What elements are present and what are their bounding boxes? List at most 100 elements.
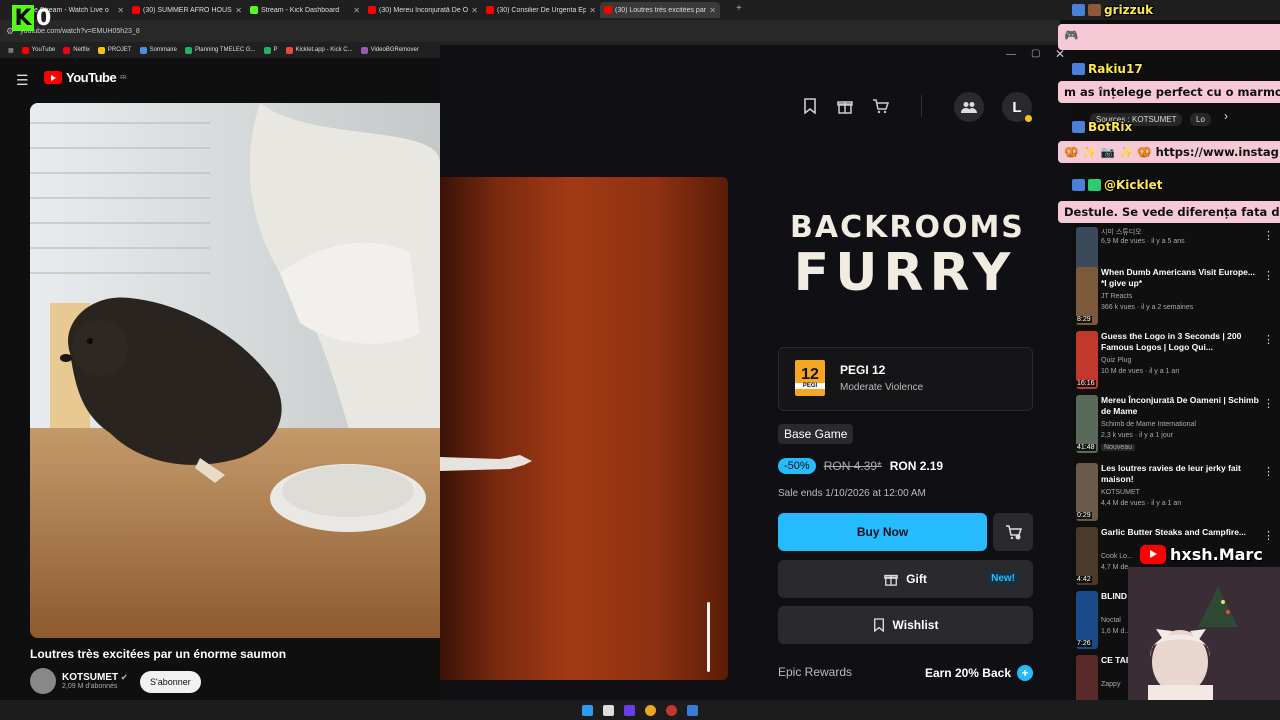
more-options-icon[interactable]: ⋮	[1263, 465, 1274, 478]
bookmark-item[interactable]: P	[263, 46, 278, 54]
bookmark-favicon-icon	[285, 46, 293, 54]
recommendation-channel[interactable]: Schimb de Mame International	[1101, 421, 1196, 428]
verified-icon: ✔	[120, 673, 128, 682]
recommendation-item[interactable]: 16:16 Guess the Logo in 3 Seconds | 200 F…	[1076, 331, 1276, 391]
bookmark-favicon-icon	[97, 46, 105, 54]
recommendation-title[interactable]: Guess the Logo in 3 Seconds | 200 Famous…	[1101, 331, 1261, 353]
wishlist-button[interactable]: Wishlist	[778, 606, 1033, 644]
tab-4[interactable]: (30) Mereu Înconjurată De Oa ✕	[364, 2, 482, 18]
bookmark-item[interactable]: VideoBGRemover	[360, 46, 419, 54]
buy-now-button[interactable]: Buy Now	[778, 513, 987, 551]
bookmark-favicon-icon	[63, 46, 71, 54]
kick-counter: K 0	[12, 5, 51, 31]
tab-close-icon[interactable]: ✕	[589, 6, 596, 15]
recommendation-title[interactable]: Garlic Butter Steaks and Campfire...	[1101, 527, 1261, 538]
channel-avatar[interactable]	[30, 668, 56, 694]
pegi-badge-label: PEGI	[795, 383, 825, 389]
tab-6[interactable]: (30) Loutres très excitées par u ✕	[600, 2, 720, 18]
recommendation-channel[interactable]: JT Reacts	[1101, 293, 1132, 300]
tab-3[interactable]: Stream - Kick Dashboard ✕	[246, 2, 364, 18]
gift-icon[interactable]	[837, 98, 853, 119]
bookmark-icon[interactable]	[803, 98, 817, 119]
bookmark-favicon-icon	[263, 46, 271, 54]
bookmark-item[interactable]: Kicklet.app - Kick C...	[285, 46, 353, 54]
cart-icon[interactable]	[872, 98, 890, 119]
app-icon[interactable]	[666, 704, 677, 716]
video-thumbnail[interactable]: 8:29	[1076, 267, 1098, 325]
add-to-cart-button[interactable]	[993, 513, 1033, 551]
bookmark-item[interactable]: Sommaire	[139, 46, 177, 54]
bookmark-item[interactable]: PROJET	[97, 46, 132, 54]
more-options-icon[interactable]: ⋮	[1263, 397, 1274, 410]
recommendation-channel[interactable]: Cook Lo...	[1101, 553, 1133, 560]
recommendation-title[interactable]: When Dumb Americans Visit Europe... *I g…	[1101, 267, 1261, 289]
tab-5[interactable]: (30) Consilier De Urgenta Episc ✕	[482, 2, 600, 18]
recommendation-title[interactable]: Les loutres ravies de leur jerky fait ma…	[1101, 463, 1261, 485]
subscribe-button[interactable]: S'abonner	[140, 671, 201, 693]
chrome-icon[interactable]	[645, 704, 656, 716]
wishlist-icon	[873, 618, 884, 632]
more-options-icon[interactable]: ⋮	[1263, 333, 1274, 346]
youtube-logo-text: YouTube	[66, 70, 117, 85]
recommendation-item[interactable]: 41:48 Mereu Înconjurată De Oameni | Schim…	[1076, 395, 1276, 455]
address-bar[interactable]: ⚙ youtube.com/watch?v=EMUH05h23_8	[0, 20, 1060, 42]
pegi-badge-number: 12	[801, 366, 819, 383]
rewards-label: Epic Rewards	[778, 665, 853, 679]
youtube-logo[interactable]: YouTube FR	[44, 70, 126, 85]
gallery-scroll-indicator[interactable]	[707, 602, 710, 672]
bookmark-item[interactable]: Netflix	[63, 46, 90, 54]
social-handle: hxsh.Marc	[1170, 545, 1263, 564]
recommendation-channel[interactable]: Quiz Plug	[1101, 357, 1131, 364]
recommendation-title[interactable]: Mereu Înconjurată De Oameni | Schimb de …	[1101, 395, 1261, 417]
tab-close-icon[interactable]: ✕	[235, 6, 242, 15]
youtube-icon	[1140, 545, 1166, 564]
video-title: Loutres très excitées par un énorme saum…	[30, 647, 287, 661]
video-thumbnail[interactable]: 41:48	[1076, 395, 1098, 453]
plus-icon[interactable]: +	[1017, 665, 1033, 681]
recommendation-channel[interactable]: KOTSUMET	[1101, 489, 1140, 496]
tab-close-icon[interactable]: ✕	[709, 6, 716, 15]
video-thumbnail[interactable]: 7:26	[1076, 591, 1098, 649]
recommendation-item[interactable]: 8:29 When Dumb Americans Visit Europe... …	[1076, 267, 1276, 327]
recommendation-item[interactable]: 0:29 Les loutres ravies de leur jerky fai…	[1076, 463, 1276, 523]
pegi-badge: 12 PEGI	[795, 360, 825, 396]
more-options-icon[interactable]: ⋮	[1263, 269, 1274, 282]
game-screenshot[interactable]	[440, 177, 728, 680]
bookmark-label: PROJET	[107, 47, 132, 53]
video-thumbnail[interactable]: 0:29	[1076, 463, 1098, 521]
chat-message-3: 🥨 ✨ 📷 ✨ 🥨 https://www.instag	[1058, 141, 1280, 163]
file-explorer-icon[interactable]	[603, 704, 614, 716]
tab-2[interactable]: (30) SUMMER AFRO HOUSE Su✕	[128, 2, 246, 18]
friends-icon[interactable]	[954, 92, 984, 122]
channel-info[interactable]: KOTSUMET ✔ 2,09 M d'abonnés	[30, 668, 128, 694]
video-thumbnail[interactable]: 4:42	[1076, 527, 1098, 585]
tab-close-icon[interactable]: ✕	[117, 6, 124, 15]
more-options-icon[interactable]: ⋮	[1263, 229, 1274, 242]
gift-button[interactable]: Gift New!	[778, 560, 1033, 598]
minimize-icon[interactable]: —	[1006, 49, 1016, 60]
bookmark-item[interactable]: Planning TMELEC G...	[184, 46, 256, 54]
steam-icon[interactable]	[687, 704, 698, 716]
bookmark-label: Sommaire	[149, 47, 177, 53]
new-tab-button[interactable]: +	[736, 3, 742, 14]
video-thumbnail[interactable]: 16:16	[1076, 331, 1098, 389]
tab-close-icon[interactable]: ✕	[353, 6, 360, 15]
video-player[interactable]	[30, 103, 440, 638]
apps-icon[interactable]: ▦	[8, 47, 14, 54]
tab-favicon-icon	[486, 6, 494, 14]
recommendation-channel[interactable]: Zappy	[1101, 681, 1120, 688]
tab-label: Stream - Kick Dashboard	[261, 6, 340, 14]
video-duration: 41:48	[1076, 444, 1096, 451]
rewards-value[interactable]: Earn 20% Back +	[925, 665, 1033, 681]
bookmark-item[interactable]: YouTube	[21, 46, 55, 54]
recommendation-channel[interactable]: Noctal	[1101, 617, 1121, 624]
menu-icon[interactable]: ☰	[16, 72, 29, 89]
age-rating-card[interactable]: 12 PEGI PEGI 12 Moderate Violence	[778, 347, 1033, 411]
more-options-icon[interactable]: ⋮	[1263, 529, 1274, 542]
discord-icon[interactable]	[624, 704, 635, 716]
maximize-icon[interactable]: ▢	[1031, 48, 1040, 59]
tab-close-icon[interactable]: ✕	[471, 6, 478, 15]
windows-start-icon[interactable]	[582, 704, 593, 716]
subscriber-count: 2,09 M d'abonnés	[62, 683, 118, 690]
channel-name[interactable]: KOTSUMET ✔	[62, 672, 128, 683]
